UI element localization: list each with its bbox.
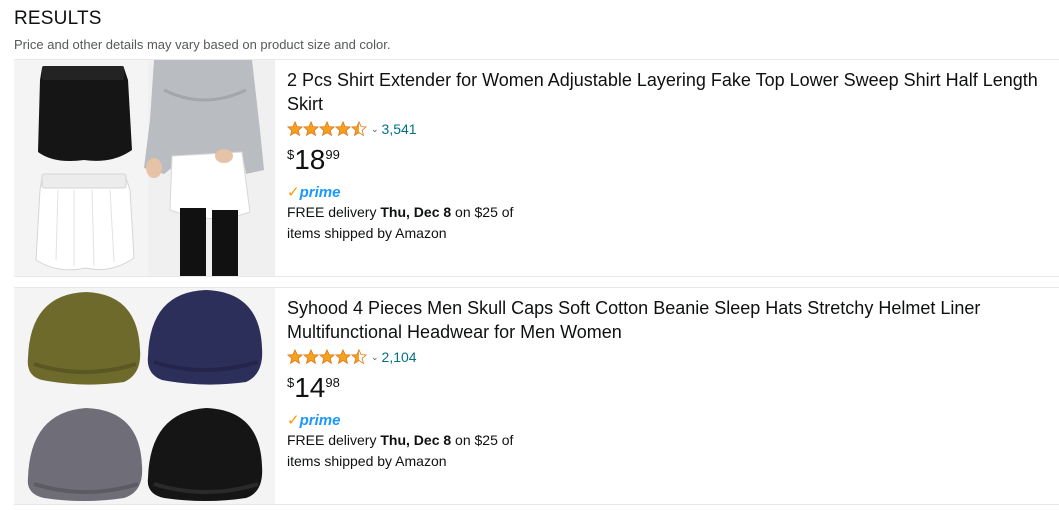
delivery-date: Thu, Dec 8: [380, 432, 452, 448]
star-icon: [303, 121, 319, 137]
delivery-info: FREE delivery Thu, Dec 8 on $25 of items…: [287, 430, 527, 472]
price-symbol: $: [287, 147, 295, 162]
product-info: Syhood 4 Pieces Men Skull Caps Soft Cott…: [287, 296, 1057, 472]
rating-row: ⌄ 3,541: [287, 119, 1057, 139]
product-info: 2 Pcs Shirt Extender for Women Adjustabl…: [287, 68, 1057, 244]
rating-count-link[interactable]: 3,541: [382, 121, 417, 137]
price-whole: 18: [294, 144, 326, 175]
star-icon: [335, 349, 351, 365]
star-icon: [287, 121, 303, 137]
search-results-page: RESULTS Price and other details may vary…: [0, 0, 1059, 510]
chevron-down-icon: ⌄: [371, 351, 379, 362]
price[interactable]: $ 18 99: [287, 146, 1057, 176]
product-result-card: 2 Pcs Shirt Extender for Women Adjustabl…: [14, 59, 1059, 277]
star-icon: [303, 349, 319, 365]
prime-check-icon: ✓: [287, 183, 300, 201]
price-fraction: 98: [325, 375, 340, 390]
skull-caps-image: [14, 288, 275, 504]
price-symbol: $: [287, 375, 295, 390]
prime-badge: ✓ prime: [287, 183, 1057, 201]
price-fraction: 99: [325, 147, 340, 162]
star-half-icon: [351, 349, 367, 365]
prime-label: prime: [299, 183, 341, 201]
star-icon: [319, 349, 335, 365]
chevron-down-icon: ⌄: [371, 123, 379, 134]
product-image[interactable]: [14, 288, 275, 504]
star-rating[interactable]: ⌄: [287, 121, 382, 137]
price[interactable]: $ 14 98: [287, 374, 1057, 404]
star-rating[interactable]: ⌄: [287, 349, 382, 365]
results-header: RESULTS Price and other details may vary…: [14, 8, 391, 53]
star-icon: [335, 121, 351, 137]
star-icon: [319, 121, 335, 137]
prime-label: prime: [299, 411, 341, 429]
delivery-prefix: FREE delivery: [287, 204, 381, 220]
prime-badge: ✓ prime: [287, 411, 1057, 429]
star-icon: [287, 349, 303, 365]
rating-row: ⌄ 2,104: [287, 347, 1057, 367]
product-image[interactable]: [14, 60, 275, 276]
results-title: RESULTS: [14, 8, 102, 29]
delivery-date: Thu, Dec 8: [380, 204, 452, 220]
star-half-icon: [351, 121, 367, 137]
price-whole: 14: [294, 372, 326, 403]
prime-check-icon: ✓: [287, 411, 300, 429]
rating-count-link[interactable]: 2,104: [382, 349, 417, 365]
results-subtitle: Price and other details may vary based o…: [14, 37, 391, 52]
delivery-prefix: FREE delivery: [287, 432, 381, 448]
product-title-link[interactable]: 2 Pcs Shirt Extender for Women Adjustabl…: [287, 68, 1057, 116]
product-title-link[interactable]: Syhood 4 Pieces Men Skull Caps Soft Cott…: [287, 296, 1057, 344]
delivery-info: FREE delivery Thu, Dec 8 on $25 of items…: [287, 202, 527, 244]
product-result-card: Syhood 4 Pieces Men Skull Caps Soft Cott…: [14, 287, 1059, 505]
shirt-extender-image: [14, 60, 275, 276]
